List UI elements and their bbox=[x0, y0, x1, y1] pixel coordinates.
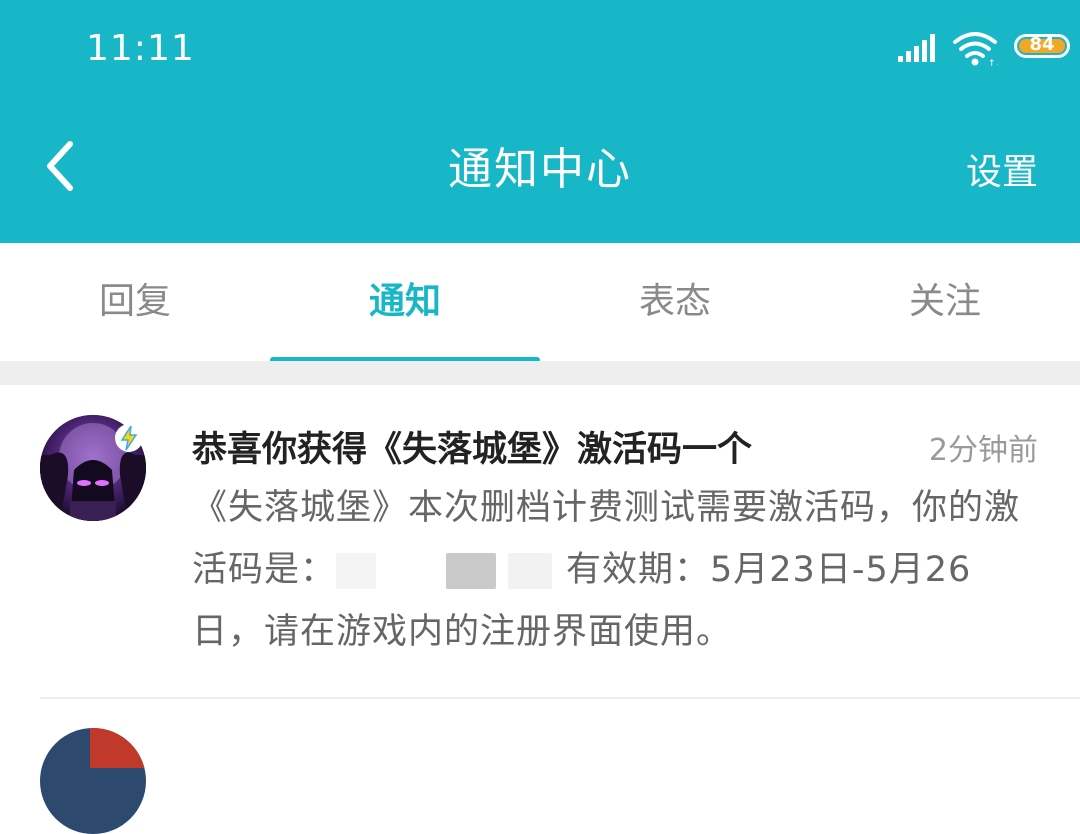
app-header: 11:11 ↑↓ 84 通知中心 设置 bbox=[0, 0, 1080, 243]
back-button[interactable] bbox=[38, 136, 86, 196]
page-title: 通知中心 bbox=[448, 144, 632, 195]
notification-body: 《失落城堡》本次删档计费测试需要激活码，你的激活码是： 有效期：5月23日-5月2… bbox=[192, 477, 1042, 663]
tab-follows[interactable]: 关注 bbox=[810, 243, 1080, 361]
redacted-code-fragment bbox=[508, 553, 553, 589]
tab-notifications[interactable]: 通知 bbox=[270, 243, 540, 361]
redacted-code-block bbox=[446, 553, 497, 589]
notification-item[interactable]: 恭喜你获得《失落城堡》激活码一个 2分钟前 《失落城堡》本次删档计费测试需要激活… bbox=[0, 385, 1080, 697]
status-time: 11:11 bbox=[86, 28, 195, 69]
notification-time: 2分钟前 bbox=[928, 433, 1038, 468]
lightning-icon bbox=[115, 424, 143, 452]
next-avatar-art bbox=[90, 728, 146, 768]
battery-level: 84 bbox=[1029, 34, 1055, 55]
list-divider bbox=[40, 697, 1080, 699]
tab-bar: 回复 通知 表态 关注 bbox=[0, 243, 1080, 363]
wifi-icon: ↑↓ bbox=[953, 32, 998, 66]
settings-button[interactable]: 设置 bbox=[966, 143, 1038, 195]
notification-title: 恭喜你获得《失落城堡》激活码一个 bbox=[192, 430, 753, 470]
tab-reactions[interactable]: 表态 bbox=[540, 243, 810, 361]
chevron-left-icon bbox=[47, 141, 73, 191]
signal-icon bbox=[898, 34, 935, 62]
tab-replies[interactable]: 回复 bbox=[0, 243, 270, 361]
svg-text:↑↓: ↑↓ bbox=[988, 59, 998, 66]
next-item-avatar[interactable] bbox=[40, 728, 146, 834]
section-separator bbox=[0, 361, 1080, 385]
redacted-code-fragment bbox=[336, 553, 377, 589]
battery-icon: 84 bbox=[1014, 34, 1070, 58]
